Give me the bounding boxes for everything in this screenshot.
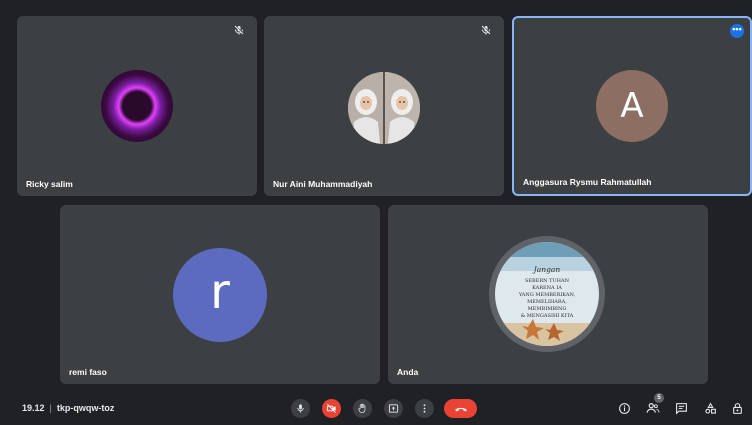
meeting-details-button[interactable] bbox=[616, 400, 632, 416]
mic-off-icon bbox=[234, 25, 244, 35]
present-screen-icon bbox=[388, 404, 399, 413]
raise-hand-icon bbox=[358, 403, 366, 413]
info-icon bbox=[618, 402, 630, 414]
photo-text: YANG MEMBERIKAN, bbox=[518, 292, 576, 298]
participant-tile-self[interactable]: Jangan SEBERN TUHAN KARENA IA YANG MEMBE… bbox=[388, 205, 708, 384]
activities-button[interactable] bbox=[702, 400, 718, 416]
participant-name: Ricky salim bbox=[26, 179, 73, 189]
avatar: A bbox=[596, 70, 668, 142]
meeting-details: 19.12 | tkp-qwqw-toz bbox=[22, 403, 114, 413]
photo-text: MEMELIHARA, bbox=[527, 299, 567, 305]
photo-text: & MENGASIHI KITA bbox=[521, 313, 574, 319]
microphone-button[interactable] bbox=[291, 399, 310, 418]
participant-tile[interactable]: Nur Aini Muhammadiyah bbox=[264, 16, 504, 196]
participant-name: Anda bbox=[397, 367, 419, 377]
chat-icon bbox=[675, 402, 687, 415]
raise-hand-button[interactable] bbox=[353, 399, 372, 418]
avatar bbox=[101, 70, 173, 142]
mic-off-icon bbox=[481, 25, 491, 35]
participant-tile[interactable]: r remi faso bbox=[60, 205, 380, 384]
meeting-code: tkp-qwqw-toz bbox=[56, 403, 115, 413]
more-vert-icon bbox=[423, 404, 426, 413]
people-icon bbox=[646, 403, 660, 413]
avatar: r bbox=[173, 248, 267, 342]
more-options-button[interactable] bbox=[415, 399, 434, 418]
photo-text: SEBERN TUHAN bbox=[525, 278, 570, 284]
more-options-icon[interactable]: ••• bbox=[730, 24, 744, 38]
photo-text: KARENA IA bbox=[532, 285, 562, 291]
avatar bbox=[348, 72, 420, 144]
host-controls-button[interactable] bbox=[729, 400, 745, 416]
microphone-icon bbox=[297, 404, 304, 413]
end-call-icon bbox=[454, 407, 467, 411]
photo-text: MEMBIMBING bbox=[528, 306, 567, 312]
participant-name: Anggasura Rysmu Rahmatullah bbox=[523, 177, 652, 187]
photo-text: Jangan bbox=[532, 265, 561, 274]
separator: | bbox=[49, 403, 52, 413]
bottom-bar: 19.12 | tkp-qwqw-toz bbox=[0, 392, 752, 425]
present-button[interactable] bbox=[384, 399, 403, 418]
host-controls-icon bbox=[732, 402, 742, 414]
camera-off-icon bbox=[326, 404, 336, 413]
chat-button[interactable] bbox=[673, 400, 689, 416]
activities-icon bbox=[704, 402, 716, 414]
participant-tile-active[interactable]: ••• A Anggasura Rysmu Rahmatullah bbox=[512, 16, 752, 196]
avatar: Jangan SEBERN TUHAN KARENA IA YANG MEMBE… bbox=[489, 236, 605, 352]
participant-name: Nur Aini Muhammadiyah bbox=[273, 179, 373, 189]
participants-count-badge: 5 bbox=[654, 393, 664, 403]
clock: 19.12 bbox=[22, 403, 45, 413]
participant-tile[interactable]: Ricky salim bbox=[17, 16, 257, 196]
participant-name: remi faso bbox=[69, 367, 107, 377]
end-call-button[interactable] bbox=[444, 399, 477, 418]
camera-button[interactable] bbox=[322, 399, 341, 418]
